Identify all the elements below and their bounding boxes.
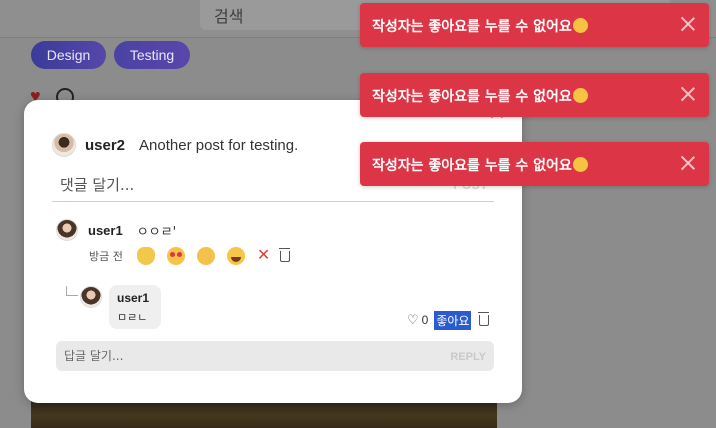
trash-icon[interactable] [478,311,490,326]
trash-icon[interactable] [279,247,291,262]
reply-connector [66,286,78,296]
reply-actions: ♡ 0 좋아요 [407,310,490,330]
close-icon[interactable] [677,13,699,35]
comment-item: user1 ㅇㅇㄹ' 방금 전 ✕ [56,219,496,265]
post-header: user2 Another post for testing. [52,133,298,157]
post-caption: Another post for testing. [139,136,299,154]
comment-time: 방금 전 [89,250,123,263]
thinking-face-icon[interactable] [196,247,215,265]
reply-input[interactable] [64,347,394,365]
close-icon[interactable] [677,83,699,105]
avatar[interactable] [52,133,76,157]
laughing-face-icon [572,18,588,33]
grinning-sweat-icon[interactable] [226,247,245,265]
laughing-face-icon [572,88,588,103]
clapping-hands-icon[interactable] [136,247,155,265]
toast-notification: 작성자는 좋아요를 누를 수 없어요 [360,142,709,186]
toast-message: 작성자는 좋아요를 누를 수 없어요 [372,158,572,174]
reply-text: ㅁㄹㄴ [117,311,148,324]
heart-outline-icon[interactable]: ♡ [407,312,419,328]
avatar[interactable] [80,286,102,308]
like-count: 0 [421,313,429,327]
heart-eyes-icon[interactable] [166,247,185,265]
toast-notification: 작성자는 좋아요를 누를 수 없어요 [360,3,709,47]
reply-username[interactable]: user1 [117,291,161,305]
reply-button[interactable]: REPLY [450,351,486,363]
close-reactions-icon[interactable]: ✕ [257,247,270,265]
laughing-face-icon [572,157,588,172]
toast-message: 작성자는 좋아요를 누를 수 없어요 [372,89,572,105]
toast-notification: 작성자는 좋아요를 누를 수 없어요 [360,73,709,117]
tag-design[interactable]: Design [31,41,106,69]
tag-testing[interactable]: Testing [114,41,190,69]
comment-username[interactable]: user1 [88,223,123,238]
post-username[interactable]: user2 [85,137,125,154]
avatar[interactable] [56,219,78,241]
reply-item: user1 ㅁㄹㄴ [109,285,161,329]
reply-form: REPLY [56,341,494,371]
like-button[interactable]: 좋아요 [434,310,472,330]
close-icon[interactable] [677,152,699,174]
comment-text: ㅇㅇㄹ' [136,224,177,240]
toast-message: 작성자는 좋아요를 누를 수 없어요 [372,19,572,35]
search-placeholder: 검색 [214,7,244,26]
comment-meta: 방금 전 ✕ [89,246,291,266]
